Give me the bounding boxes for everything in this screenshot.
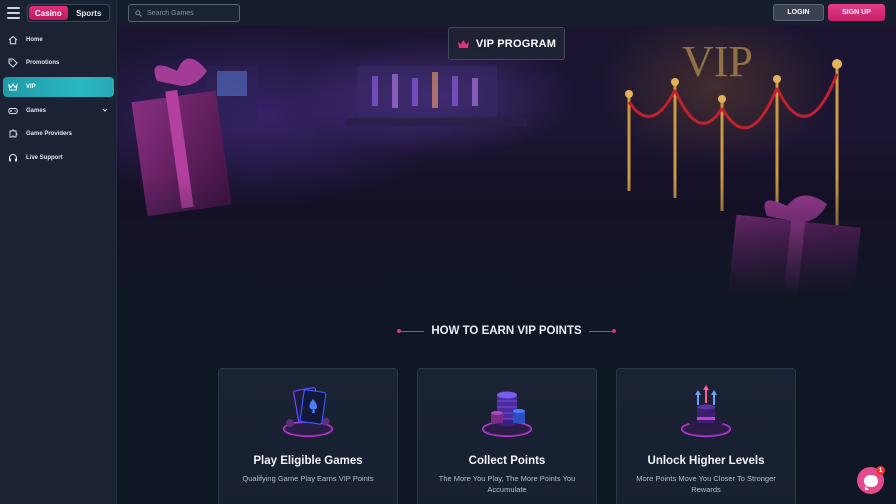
earn-card-play-games: Play Eligible Games Qualifying Game Play…	[218, 368, 398, 504]
sidebar-item-label: VIP	[26, 84, 36, 90]
login-button[interactable]: LOGIN	[773, 4, 824, 21]
casino-lounge-illustration: VIP	[117, 37, 896, 296]
tab-sports[interactable]: Sports	[70, 6, 109, 20]
sidebar-item-promotions[interactable]: Promotions	[0, 52, 117, 76]
crown-icon	[457, 39, 469, 48]
earn-card-collect-points: Collect Points The More You Play, The Mo…	[417, 368, 597, 504]
sidebar-item-label: Live Support	[26, 154, 63, 161]
vip-program-title: VIP PROGRAM	[475, 37, 557, 50]
search-box[interactable]	[128, 4, 240, 22]
crown-icon	[8, 82, 18, 92]
sidebar-nav: Home Promotions VIP Games Game Providers…	[0, 28, 117, 170]
heading-divider-left	[397, 329, 425, 333]
chip-stack-icon	[482, 391, 532, 437]
tag-icon	[8, 58, 18, 68]
chat-bubble-icon	[863, 474, 878, 490]
app-root: Casino Sports Home Promotions VIP Games …	[0, 0, 896, 504]
earn-points-title: HOW TO EARN VIP POINTS	[431, 325, 582, 337]
heading-divider-right	[588, 329, 616, 333]
tab-casino[interactable]: Casino	[29, 6, 68, 20]
earn-card-title: Play Eligible Games	[253, 455, 363, 467]
top-hat-arrows-icon	[681, 385, 731, 437]
headset-icon	[8, 153, 18, 163]
main-content: VIP VIP PROGRAM HOW TO EARN VIP POINTS P…	[117, 26, 896, 504]
sidebar-item-home[interactable]: Home	[0, 28, 117, 52]
sidebar-item-live-support[interactable]: Live Support	[0, 146, 117, 170]
vip-program-badge: VIP PROGRAM	[448, 27, 565, 60]
signup-button[interactable]: SIGN UP	[828, 4, 885, 21]
search-input[interactable]	[147, 9, 235, 17]
top-bar: LOGIN SIGN UP	[117, 0, 896, 26]
sidebar-item-label: Game Providers	[26, 131, 73, 138]
earn-card-unlock-levels: Unlock Higher Levels More Points Move Yo…	[616, 368, 796, 504]
chevron-down-icon[interactable]	[102, 107, 108, 113]
gamepad-icon	[8, 106, 18, 116]
earn-points-heading: HOW TO EARN VIP POINTS	[397, 324, 616, 338]
puzzle-icon	[8, 129, 18, 139]
earn-card-title: Collect Points	[468, 455, 546, 467]
sidebar-item-vip[interactable]: VIP	[3, 77, 114, 97]
sidebar-item-games[interactable]: Games	[0, 99, 117, 123]
sidebar-item-label: Promotions	[26, 60, 60, 67]
vip-sign-text: VIP	[682, 37, 753, 86]
hamburger-menu-icon[interactable]	[7, 7, 20, 19]
sidebar-item-label: Home	[26, 36, 43, 43]
earn-card-text: More Points Move You Closer To Stronger …	[636, 474, 776, 494]
earn-card-title: Unlock Higher Levels	[647, 455, 765, 467]
earn-card-text: The More You Play, The More Points You A…	[438, 474, 576, 494]
playing-cards-icon	[283, 387, 333, 437]
chat-notification-badge: 1	[876, 466, 885, 475]
sidebar-item-label: Games	[26, 107, 47, 114]
home-icon	[8, 35, 18, 45]
sidebar-item-game-providers[interactable]: Game Providers	[0, 123, 117, 147]
vip-hero-banner: VIP VIP PROGRAM	[117, 26, 896, 296]
search-icon	[135, 9, 142, 17]
sidebar: Casino Sports Home Promotions VIP Games …	[0, 0, 117, 504]
earn-card-text: Qualifying Game Play Earns VIP Points	[242, 474, 374, 483]
casino-sports-toggle: Casino Sports	[27, 4, 110, 22]
